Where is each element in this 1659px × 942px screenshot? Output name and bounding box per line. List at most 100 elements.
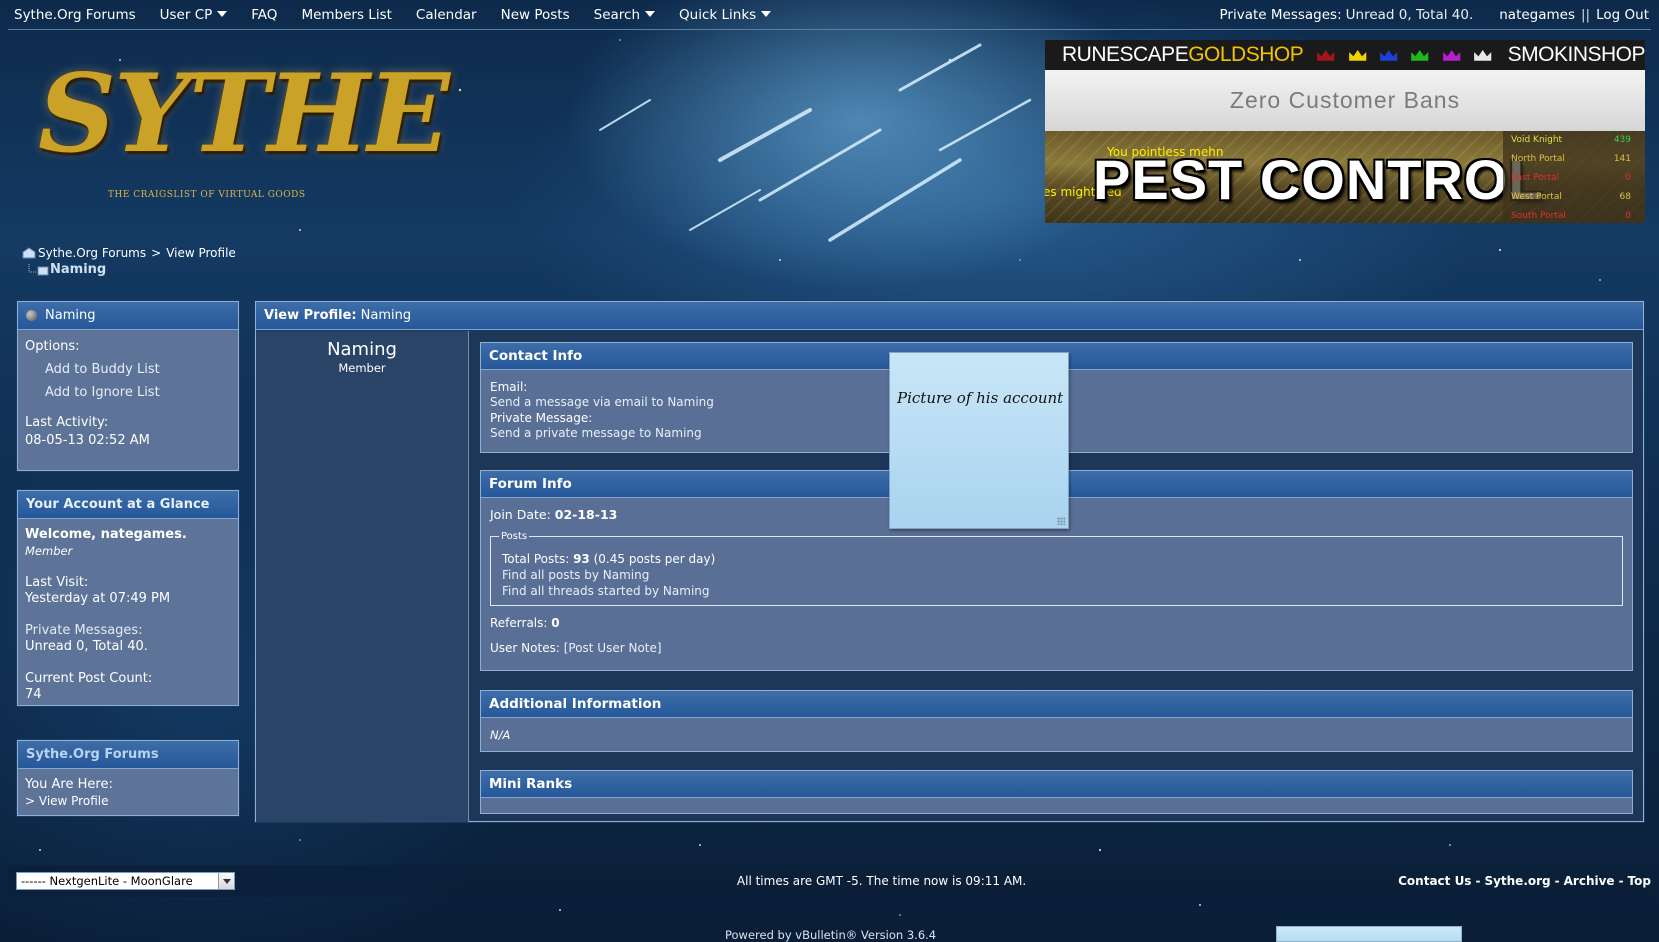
forum-location-title[interactable]: Sythe.Org Forums (18, 741, 238, 769)
sticky-note[interactable]: Picture of his account (889, 352, 1069, 529)
pm-status-link[interactable]: Unread 0, Total 40. (1346, 7, 1474, 23)
sythe-org-link[interactable]: Sythe.org (1484, 874, 1550, 888)
breadcrumb: Sythe.Org Forums > View Profile Naming (22, 246, 236, 277)
mini-ranks-box: Mini Ranks (480, 770, 1633, 814)
welcome-text: Welcome, nategames. (25, 527, 187, 542)
ad-scoreboard: Void Knight 439 North Portal 141 East Port… (1503, 131, 1645, 223)
breadcrumb-root-link[interactable]: Sythe.Org Forums (38, 246, 146, 260)
nav-user-area: Private Messages: Unread 0, Total 40. na… (1220, 7, 1651, 23)
total-posts: Total Posts: 93 (0.45 posts per day) (502, 551, 716, 566)
nav-search[interactable]: Search (594, 7, 656, 23)
username-link[interactable]: nategames (1499, 7, 1575, 23)
you-are-here-link[interactable]: > View Profile (25, 794, 108, 808)
style-chooser-select[interactable]: ------ NextgenLite - MoonGlare (16, 872, 235, 890)
ad-headline: PEST CONTROL (1093, 148, 1544, 211)
chevron-down-icon (645, 10, 656, 17)
you-are-here-label: You Are Here: (25, 777, 113, 792)
last-activity-label: Last Activity: (25, 415, 109, 430)
forum-location-panel: Sythe.Org Forums You Are Here: > View Pr… (17, 740, 239, 816)
sticky-note-secondary[interactable] (1276, 926, 1462, 942)
scoreboard-row: North Portal 141 (1511, 154, 1631, 164)
profile-usertitle: Member (338, 361, 386, 375)
crown-icon (1411, 50, 1429, 61)
scoreboard-row: West Portal 68 (1511, 192, 1631, 202)
nav-new-posts[interactable]: New Posts (501, 7, 570, 23)
chevron-down-icon (217, 10, 228, 17)
pm-status-value[interactable]: Unread 0, Total 40. (25, 639, 231, 655)
powered-by-text: Powered by vBulletin® Version 3.6.4 (725, 928, 937, 942)
user-notes: User Notes: [Post User Note] (490, 641, 662, 655)
crown-icon (1348, 50, 1366, 61)
user-role: Member (25, 544, 73, 558)
folder-tree-icon (28, 263, 49, 275)
breadcrumb-current: Naming (50, 262, 107, 277)
scoreboard-row: East Portal 0 (1511, 173, 1631, 183)
send-private-message-link[interactable]: Send a private message to Naming (490, 426, 702, 440)
contact-us-link[interactable]: Contact Us (1398, 874, 1471, 888)
ad-banner[interactable]: RUNESCAPE GOLDSHOP SMOKINSHOP Zero Custo… (1045, 40, 1646, 223)
send-email-link[interactable]: Send a message via email to Naming (490, 395, 714, 409)
last-activity-value: 08-05-13 02:52 AM (25, 433, 150, 448)
crown-icon (1380, 50, 1398, 61)
nav-links: Sythe.Org Forums User CP FAQ Members Lis… (8, 7, 795, 23)
profile-identity: Naming Member (256, 331, 469, 822)
top-navbar: Sythe.Org Forums User CP FAQ Members Lis… (8, 0, 1651, 30)
last-visit-value: Yesterday at 07:49 PM (25, 591, 171, 606)
chevron-down-icon (761, 10, 772, 17)
additional-info-value: N/A (490, 728, 511, 742)
crown-icon (1474, 50, 1492, 61)
nav-forums-home[interactable]: Sythe.Org Forums (14, 7, 136, 23)
chevron-down-icon[interactable] (218, 873, 234, 889)
find-all-threads-link[interactable]: Find all threads started by Naming (502, 584, 710, 598)
mini-ranks-title: Mini Ranks (481, 771, 1632, 798)
server-time-text: All times are GMT -5. The time now is 09… (736, 874, 1027, 888)
nav-quick-links[interactable]: Quick Links (679, 7, 772, 23)
footer-links: Contact Us - Sythe.org - Archive - Top (1398, 874, 1651, 888)
crown-icon (1443, 50, 1461, 61)
profile-username: Naming (327, 339, 397, 360)
posts-legend: Posts (499, 529, 530, 544)
sticky-note-text[interactable]: Picture of his account (897, 389, 1063, 407)
breadcrumb-current-page[interactable]: View Profile (166, 246, 236, 260)
profile-header: View Profile: Naming (256, 302, 1643, 330)
add-to-ignore-list-link[interactable]: Add to Ignore List (45, 384, 231, 402)
ad-title-white: RUNESCAPE (1062, 43, 1189, 66)
nav-members-list[interactable]: Members List (301, 7, 391, 23)
separator: || (1581, 6, 1591, 23)
site-logo[interactable]: SYTHE THE CRAIGSLIST OF VIRTUAL GOODS (38, 54, 450, 206)
post-user-note-link[interactable]: [Post User Note] (564, 641, 662, 655)
additional-info-box: Additional Information N/A (480, 690, 1633, 752)
archive-link[interactable]: Archive (1564, 874, 1615, 888)
account-glance-title: Your Account at a Glance (18, 491, 238, 519)
profile-header-label: View Profile (264, 308, 352, 323)
post-count-label: Current Post Count: (25, 671, 153, 686)
breadcrumb-separator: > (151, 246, 162, 260)
user-options-panel: Naming Options: Add to Buddy List Add to… (17, 301, 239, 471)
profile-header-name: Naming (360, 308, 412, 323)
last-visit-label: Last Visit: (25, 575, 89, 590)
crown-icon (1317, 50, 1335, 61)
logo-tagline: THE CRAIGSLIST OF VIRTUAL GOODS (108, 190, 306, 200)
nav-calendar[interactable]: Calendar (416, 7, 477, 23)
nav-faq[interactable]: FAQ (251, 7, 277, 23)
ad-tagline: Zero Customer Bans (1045, 70, 1645, 131)
add-to-buddy-list-link[interactable]: Add to Buddy List (45, 361, 231, 379)
logout-link[interactable]: Log Out (1596, 7, 1649, 23)
scoreboard-row: South Portal 0 (1511, 211, 1631, 221)
user-options-title: Naming (45, 308, 96, 323)
ad-title-gold: GOLDSHOP (1188, 43, 1304, 66)
top-link[interactable]: Top (1628, 874, 1651, 888)
post-count-value: 74 (25, 687, 42, 702)
posts-fieldset: Posts Total Posts: 93 (0.45 posts per da… (490, 529, 1623, 606)
nav-user-cp[interactable]: User CP (160, 7, 228, 23)
resize-grip-icon[interactable] (1057, 517, 1065, 525)
ad-title-bar: RUNESCAPE GOLDSHOP SMOKINSHOP (1045, 40, 1646, 70)
offline-status-icon (26, 310, 37, 321)
ad-title-right: SMOKINSHOP (1507, 43, 1646, 66)
footer-bar: ------ NextgenLite - MoonGlare All times… (8, 865, 1651, 897)
logo-wordmark: SYTHE (38, 51, 450, 177)
account-glance-panel: Your Account at a Glance Welcome, natega… (17, 490, 239, 706)
find-all-posts-link[interactable]: Find all posts by Naming (502, 568, 649, 582)
ad-game-screenshot: You pointless mehn es might eed PEST CON… (1045, 131, 1645, 223)
user-options-header: Naming (18, 302, 238, 330)
